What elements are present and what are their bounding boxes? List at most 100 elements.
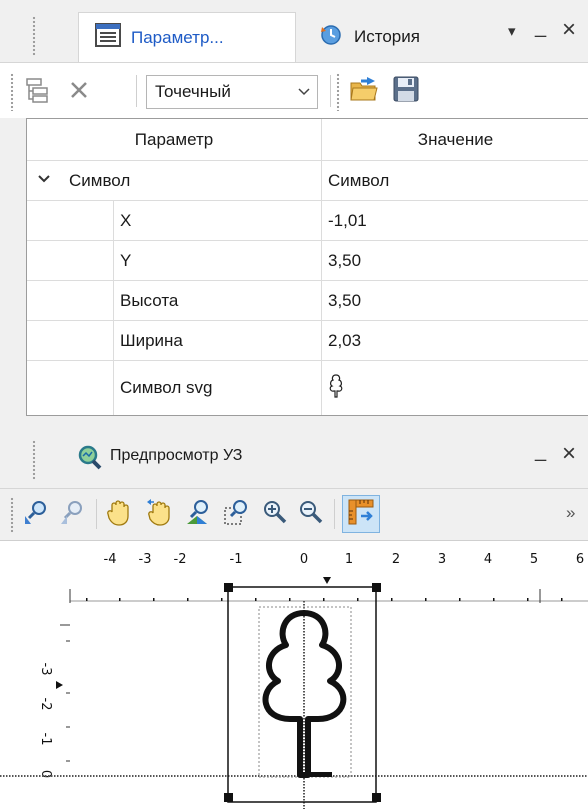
chevron-down-icon [297, 82, 311, 105]
zoom-in-button[interactable] [258, 497, 292, 531]
add-structure-button[interactable] [20, 75, 54, 109]
panel-minimize-button[interactable]: _ [535, 16, 546, 39]
zoom-to-selection-button[interactable] [182, 497, 216, 531]
resize-handle[interactable] [372, 583, 381, 592]
table-row[interactable]: X -1,01 [27, 201, 588, 241]
ruler-tick-label: 3 [438, 552, 446, 567]
table-row[interactable]: Ширина 2,03 [27, 321, 588, 361]
property-grid: Параметр Значение Символ Символ X -1,01 … [26, 118, 588, 416]
pan-free-button[interactable] [142, 497, 176, 531]
toolbar-grip[interactable] [10, 497, 14, 533]
toolbar-separator [96, 499, 97, 529]
symbol-type-select[interactable]: Точечный [146, 75, 318, 109]
column-header-value[interactable]: Значение [321, 119, 588, 161]
chevron-down-icon [37, 171, 51, 191]
zoom-out-button[interactable] [294, 497, 328, 531]
zoom-next-button[interactable] [56, 497, 90, 531]
panel-menu-arrow[interactable]: ▾ [508, 22, 516, 40]
zoom-back-icon [23, 498, 51, 531]
zoom-in-icon [262, 499, 288, 530]
open-folder-icon [349, 75, 379, 108]
ruler-tick-label: 0 [300, 552, 308, 567]
toolbar-grip[interactable] [336, 73, 340, 111]
column-header-value-label: Значение [417, 130, 494, 149]
param-name: Y [120, 251, 132, 270]
grid-header-row: Параметр Значение [27, 119, 588, 161]
group-row-symbol: Символ Символ [27, 161, 588, 201]
ruler-tick-label: -3 [139, 552, 152, 567]
param-name-cell: Высота [113, 281, 321, 321]
column-header-parameter-label: Параметр [134, 130, 214, 149]
preview-drawing: -4 -3 -2 -1 0 1 2 3 4 5 6 -3 -2 -1 0 [0, 552, 588, 809]
param-name-cell: Ширина [113, 321, 321, 361]
top-ruler: -4 -3 -2 -1 0 1 2 3 4 5 6 [69, 552, 588, 603]
params-toolbar: Точечный [0, 62, 588, 118]
left-ruler: -3 -2 -1 0 [38, 624, 70, 778]
param-value-cell[interactable] [321, 361, 588, 415]
table-row[interactable]: Символ svg [27, 361, 588, 415]
zoom-previous-button[interactable] [20, 497, 54, 531]
zoom-out-icon [298, 499, 324, 530]
pan-button[interactable] [102, 497, 136, 531]
toolbar-grip[interactable] [10, 73, 14, 111]
tab-history[interactable]: История [304, 12, 474, 62]
column-header-parameter[interactable]: Параметр [27, 119, 321, 161]
param-value-cell[interactable]: 3,50 [321, 241, 588, 281]
ruler-tick-label: -1 [230, 552, 243, 567]
toolbar-separator [330, 75, 331, 107]
ruler-icon [347, 498, 375, 531]
resize-handle[interactable] [224, 793, 233, 802]
history-icon [320, 23, 344, 52]
zoom-area-icon [185, 498, 213, 531]
expand-toggle[interactable] [31, 161, 57, 201]
save-floppy-icon [393, 76, 419, 107]
panel-close-button[interactable]: × [562, 18, 576, 42]
zoom-window-button[interactable] [220, 497, 254, 531]
properties-list-icon [95, 23, 121, 52]
table-row[interactable]: Высота 3,50 [27, 281, 588, 321]
param-value-cell[interactable]: -1,01 [321, 201, 588, 241]
rulers-toggle-button[interactable] [342, 495, 380, 533]
preview-panel-title: Предпросмотр УЗ [110, 447, 243, 464]
param-name: Ширина [120, 331, 183, 350]
ruler-tick-label: -4 [104, 552, 117, 567]
zoom-forward-icon [59, 498, 87, 531]
param-name-cell: X [113, 201, 321, 241]
tree-symbol-thumbnail-icon [328, 373, 344, 404]
resize-handle[interactable] [224, 583, 233, 592]
ruler-tick-label: 6 [576, 552, 584, 567]
zoom-window-icon [223, 498, 251, 531]
tree-structure-icon [24, 77, 50, 108]
hand-move-icon [145, 498, 173, 531]
delete-x-icon [68, 79, 90, 106]
save-button[interactable] [388, 73, 424, 109]
group-name-text: Символ [69, 171, 131, 190]
tab-parameters[interactable]: Параметр... [78, 12, 296, 62]
table-row[interactable]: Y 3,50 [27, 241, 588, 281]
param-value-cell[interactable]: 3,50 [321, 281, 588, 321]
panel-grip[interactable] [32, 440, 36, 480]
open-button[interactable] [346, 73, 382, 109]
group-name: Символ [69, 161, 319, 201]
preview-canvas[interactable]: -4 -3 -2 -1 0 1 2 3 4 5 6 -3 -2 -1 0 [0, 540, 588, 809]
param-value-cell[interactable]: 2,03 [321, 321, 588, 361]
toolbar-separator [334, 499, 335, 529]
toolbar-overflow-button[interactable]: » [566, 503, 575, 523]
param-name: X [120, 211, 132, 230]
group-value: Символ [321, 161, 588, 201]
tab-history-label: История [354, 27, 420, 46]
ruler-tick-label: 1 [345, 552, 353, 567]
symbol-type-value: Точечный [155, 82, 231, 101]
panel-grip[interactable] [32, 16, 36, 56]
resize-handle[interactable] [372, 793, 381, 802]
param-name-cell: Y [113, 241, 321, 281]
preview-close-button[interactable]: × [562, 442, 576, 466]
param-name: Высота [120, 291, 179, 310]
ruler-tick-label: -2 [174, 552, 187, 567]
delete-button[interactable] [62, 75, 96, 109]
param-value: 2,03 [328, 331, 362, 350]
params-panel-tabbar: Параметр... История ▾ _ × [0, 0, 588, 62]
preview-panel-header: Предпросмотр УЗ _ × [0, 426, 588, 488]
ruler-tick-label: -1 [38, 733, 53, 746]
preview-minimize-button[interactable]: _ [535, 440, 546, 463]
